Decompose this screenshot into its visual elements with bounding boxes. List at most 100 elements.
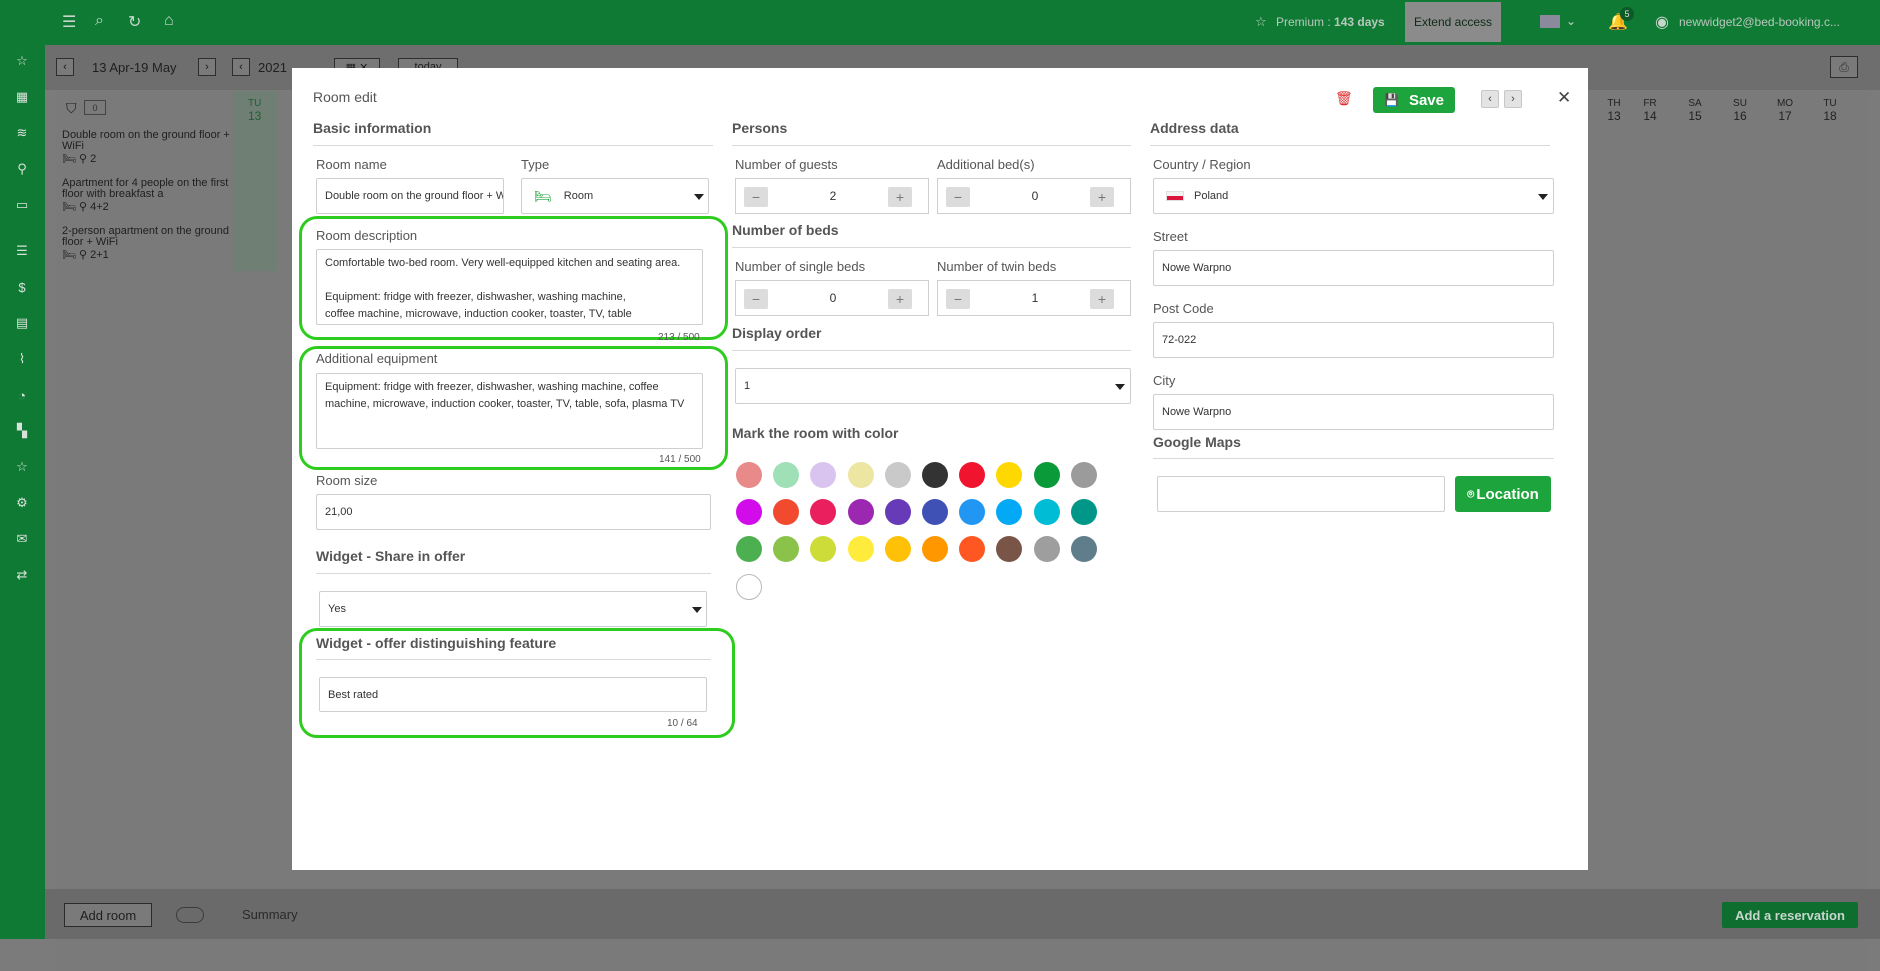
address-title: Address data xyxy=(1150,120,1239,136)
type-select[interactable]: 🛏 Room xyxy=(521,178,709,214)
dollar-icon[interactable]: $ xyxy=(13,278,31,296)
color-swatch[interactable] xyxy=(996,462,1023,488)
widget-share-select[interactable]: Yes xyxy=(319,591,707,627)
color-swatch[interactable] xyxy=(810,536,837,563)
guests-label: Number of guests xyxy=(735,157,838,172)
color-swatch[interactable] xyxy=(959,462,986,488)
color-swatch[interactable] xyxy=(810,499,837,526)
room-description-textarea[interactable]: Comfortable two-bed room. Very well-equi… xyxy=(316,249,703,325)
color-swatch[interactable] xyxy=(736,573,762,600)
room-row[interactable]: 2-person apartment on the ground floor +… xyxy=(62,226,230,261)
room-name-label: Room name xyxy=(316,157,387,172)
color-swatch[interactable] xyxy=(1033,536,1060,563)
color-swatch[interactable] xyxy=(884,536,911,563)
plus-button[interactable]: + xyxy=(888,289,912,309)
next-room-button[interactable]: › xyxy=(1504,90,1522,108)
color-swatch[interactable] xyxy=(847,499,874,526)
room-row[interactable]: Apartment for 4 people on the first floo… xyxy=(62,178,230,213)
apps-icon[interactable]: ▚ xyxy=(13,422,31,440)
plus-button[interactable]: + xyxy=(1090,187,1114,207)
color-swatch[interactable] xyxy=(884,462,911,488)
color-swatch[interactable] xyxy=(922,462,948,488)
color-swatch[interactable] xyxy=(922,536,948,563)
guests-stepper[interactable]: − 2 + xyxy=(735,178,929,214)
room-size-input[interactable]: 21,00 xyxy=(316,494,711,530)
day-header: TU 13 xyxy=(248,98,262,123)
color-swatch[interactable] xyxy=(736,462,762,488)
minus-button[interactable]: − xyxy=(744,289,768,309)
clock-icon[interactable]: ◔ xyxy=(13,386,31,404)
plus-button[interactable]: + xyxy=(1090,289,1114,309)
briefcase-icon[interactable]: ▭ xyxy=(13,196,31,214)
color-swatch[interactable] xyxy=(959,499,986,526)
display-order-select[interactable]: 1 xyxy=(735,368,1131,404)
post-code-input[interactable]: 72-022 xyxy=(1153,322,1554,358)
bed-icon: 🛏 xyxy=(534,187,552,204)
prev-room-button[interactable]: ‹ xyxy=(1481,90,1499,108)
color-swatch[interactable] xyxy=(1033,499,1060,526)
layers-icon[interactable]: ≋ xyxy=(13,124,31,142)
mail-icon[interactable]: ✉ xyxy=(13,530,31,548)
google-maps-title: Google Maps xyxy=(1153,434,1241,450)
color-swatch[interactable] xyxy=(810,462,837,488)
left-sidebar: 🛏 ☆ ▦ ≋ ⚲ ▭ ☰ $ ▤ ⌇ ◔ ▚ ☆ ⚙ ✉ ⇄ xyxy=(0,0,45,939)
color-swatch[interactable] xyxy=(959,536,986,563)
color-swatch[interactable] xyxy=(736,536,762,563)
color-swatch[interactable] xyxy=(1070,462,1097,488)
widget-feature-input[interactable]: Best rated xyxy=(319,677,707,712)
minus-button[interactable]: − xyxy=(744,187,768,207)
color-swatch[interactable] xyxy=(1070,499,1097,526)
save-button[interactable]: 💾 Save xyxy=(1373,87,1455,113)
minus-button[interactable]: − xyxy=(946,289,970,309)
single-beds-stepper[interactable]: − 0 + xyxy=(735,280,929,316)
location-button[interactable]: ⌾ Location xyxy=(1455,476,1551,512)
chart-icon[interactable]: ⌇ xyxy=(13,350,31,368)
add-room-button[interactable]: Add room xyxy=(64,903,152,927)
city-input[interactable]: Nowe Warpno xyxy=(1153,394,1554,430)
street-input[interactable]: Nowe Warpno xyxy=(1153,250,1554,286)
basic-info-title: Basic information xyxy=(313,120,432,136)
color-swatch[interactable] xyxy=(847,462,874,488)
star-outline-icon[interactable]: ☆ xyxy=(13,458,31,476)
color-swatch[interactable] xyxy=(1033,462,1060,488)
color-swatch[interactable] xyxy=(736,499,762,526)
color-swatch[interactable] xyxy=(773,462,800,488)
chevron-down-icon xyxy=(1538,194,1548,200)
color-swatch[interactable] xyxy=(922,499,948,526)
color-swatch[interactable] xyxy=(773,536,800,563)
additional-beds-stepper[interactable]: − 0 + xyxy=(937,178,1131,214)
sync-icon[interactable]: ⇄ xyxy=(13,566,31,584)
room-row[interactable]: Double room on the ground floor + WiFi 🛏… xyxy=(62,130,230,165)
additional-equipment-textarea[interactable]: Equipment: fridge with freezer, dishwash… xyxy=(316,373,703,449)
divider xyxy=(732,145,1131,146)
day-header: FR 14 xyxy=(1643,98,1657,123)
color-swatch[interactable] xyxy=(884,499,911,526)
color-swatch[interactable] xyxy=(1070,536,1097,563)
add-reservation-button[interactable]: Add a reservation xyxy=(1722,902,1858,928)
color-swatch[interactable] xyxy=(996,536,1023,563)
summary-toggle[interactable] xyxy=(176,907,204,923)
country-select[interactable]: Poland xyxy=(1153,178,1554,214)
color-swatch[interactable] xyxy=(996,499,1023,526)
minus-button[interactable]: − xyxy=(946,187,970,207)
user-icon[interactable]: ⚲ xyxy=(13,160,31,178)
divider xyxy=(732,247,1131,248)
calendar-icon[interactable]: ▦ xyxy=(13,88,31,106)
delete-icon[interactable]: 🗑 xyxy=(1335,90,1353,107)
color-swatch[interactable] xyxy=(847,536,874,563)
chevron-down-icon xyxy=(1115,384,1125,390)
type-label: Type xyxy=(521,157,550,172)
settings-icon[interactable]: ⚙ xyxy=(13,494,31,512)
color-swatch[interactable] xyxy=(773,499,800,526)
filter-icon[interactable]: ⛉ xyxy=(66,100,77,117)
list-icon[interactable]: ☰ xyxy=(13,242,31,260)
close-icon[interactable]: ✕ xyxy=(1557,88,1571,108)
city-label: City xyxy=(1153,373,1176,388)
maps-search-input[interactable] xyxy=(1157,476,1445,512)
plus-button[interactable]: + xyxy=(888,187,912,207)
room-name-input[interactable]: Double room on the ground floor + WiFi xyxy=(316,178,504,214)
twin-beds-stepper[interactable]: − 1 + xyxy=(937,280,1131,316)
widget-feature-title: Widget - offer distinguishing feature xyxy=(316,635,557,651)
divider xyxy=(316,659,711,660)
document-icon[interactable]: ▤ xyxy=(13,314,31,332)
